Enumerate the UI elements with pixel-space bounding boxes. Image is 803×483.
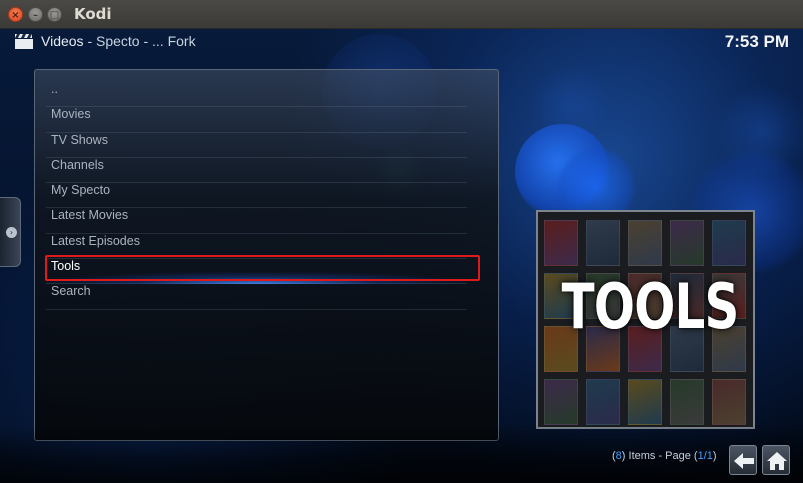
clock: 7:53 PM	[724, 32, 789, 51]
back-button[interactable]	[729, 445, 757, 475]
poster-tile	[586, 379, 620, 425]
item-count-info: (8) Items - Page (1/1)	[612, 450, 717, 462]
poster-thumbnail: TOOLS	[536, 210, 755, 429]
breadcrumb: Videos - Specto - ... Fork	[41, 33, 196, 49]
home-button[interactable]	[762, 445, 790, 475]
selection-highlight	[45, 255, 480, 281]
list-item-channels[interactable]: Channels	[46, 158, 467, 184]
window-title: Kodi	[74, 5, 112, 23]
home-icon	[767, 452, 787, 470]
minimize-window-button[interactable]: –	[28, 7, 43, 22]
back-arrow-icon	[734, 453, 754, 469]
poster-tile	[544, 379, 578, 425]
list-item-latest-movies[interactable]: Latest Movies	[46, 208, 467, 234]
side-menu-tab[interactable]: ›	[0, 197, 21, 267]
breadcrumb-path: - Specto - ... Fork	[87, 33, 196, 49]
kodi-stage: Videos - Specto - ... Fork 7:53 PM › .. …	[0, 29, 803, 483]
close-paren: )	[712, 450, 717, 462]
list-item-tv-shows[interactable]: TV Shows	[46, 133, 467, 158]
poster-tile	[586, 220, 620, 266]
poster-tile	[712, 220, 746, 266]
poster-tile	[544, 220, 578, 266]
page-number: 1/1	[697, 450, 713, 462]
breadcrumb-section: Videos	[41, 33, 84, 49]
poster-tile	[670, 220, 704, 266]
poster-tile	[712, 379, 746, 425]
list-item-parent[interactable]: ..	[46, 82, 467, 108]
poster-title: TOOLS	[561, 270, 740, 343]
maximize-window-button[interactable]: □	[47, 7, 62, 22]
window-titlebar: × – □ Kodi	[0, 0, 803, 29]
poster-tile	[628, 379, 662, 425]
chevron-right-icon: ›	[6, 227, 17, 238]
list-item-search[interactable]: Search	[46, 284, 467, 310]
background-bubble	[715, 84, 803, 179]
background-bubble	[530, 64, 610, 144]
poster-tile	[670, 379, 704, 425]
poster-tile	[628, 220, 662, 266]
list-item-movies[interactable]: Movies	[46, 107, 467, 133]
list-item-my-specto[interactable]: My Specto	[46, 183, 467, 209]
clapperboard-icon	[15, 34, 33, 49]
close-window-button[interactable]: ×	[8, 7, 23, 22]
items-page-text: ) Items - Page (	[621, 450, 698, 462]
